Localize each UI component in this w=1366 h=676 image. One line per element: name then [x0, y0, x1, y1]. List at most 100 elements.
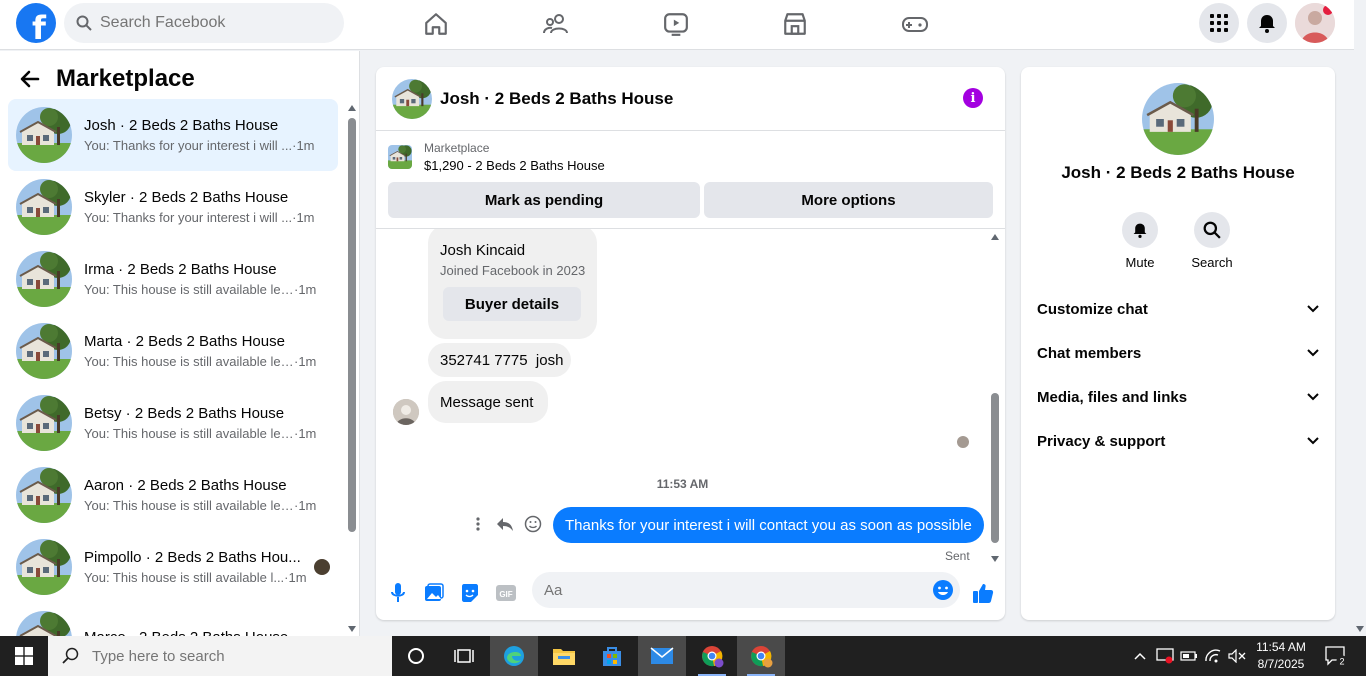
settings-section[interactable]: Media, files and links — [1037, 377, 1319, 417]
marketplace-header: Marketplace — [20, 65, 195, 93]
conversation-title: Aaron · 2 Beds 2 Baths House — [84, 477, 287, 494]
scroll-down-arrow-icon[interactable] — [991, 556, 999, 562]
scroll-thumb[interactable] — [991, 393, 999, 543]
more-options-button[interactable]: More options — [704, 182, 993, 218]
gaming-icon[interactable] — [899, 8, 931, 40]
marketplace-icon[interactable] — [779, 8, 811, 40]
message-input-box[interactable] — [532, 572, 960, 608]
conversation-time: ·1m — [294, 498, 317, 513]
taskbar-search[interactable] — [48, 636, 392, 676]
reply-icon[interactable] — [496, 516, 514, 532]
facebook-logo[interactable]: f — [16, 3, 56, 43]
store-icon[interactable] — [588, 636, 636, 676]
chat-window: Josh · 2 Beds 2 Baths House i Marketplac… — [376, 67, 1005, 620]
notifications-bell-icon[interactable] — [1247, 3, 1287, 43]
watch-icon[interactable] — [660, 8, 692, 40]
menu-grid-icon[interactable] — [1199, 3, 1239, 43]
conversation-scrollbar[interactable] — [346, 101, 358, 636]
conversation-time: ·1m — [294, 354, 317, 369]
microphone-icon[interactable] — [386, 581, 410, 605]
emoji-icon[interactable] — [932, 579, 954, 601]
conversation-title: Josh · 2 Beds 2 Baths House — [84, 117, 279, 134]
battery-icon[interactable] — [1178, 636, 1200, 676]
cortana-icon[interactable] — [392, 636, 440, 676]
thread-scrollbar[interactable] — [989, 231, 1001, 562]
photo-icon[interactable] — [422, 581, 446, 605]
conversation-item[interactable]: Skyler · 2 Beds 2 Baths House You: Thanks… — [8, 171, 338, 243]
react-emoji-icon[interactable] — [524, 515, 542, 533]
conversation-item[interactable]: Marta · 2 Beds 2 Baths House You: This ho… — [8, 315, 338, 387]
chrome-profile-active-icon[interactable] — [737, 636, 785, 676]
conversation-item[interactable]: Josh · 2 Beds 2 Baths House You: Thanks f… — [8, 99, 338, 171]
file-explorer-icon[interactable] — [540, 636, 588, 676]
conversation-snippet: You: This house is still available let .… — [84, 426, 294, 441]
conversation-item[interactable]: Marco · 2 Beds 2 Baths House — [8, 603, 338, 636]
search-icon[interactable] — [1194, 212, 1230, 248]
conversation-snippet: You: This house is still available let .… — [84, 498, 294, 513]
gif-label: GIF — [499, 590, 512, 599]
chevron-down-icon — [1307, 349, 1319, 357]
listing-photo[interactable] — [1142, 83, 1214, 155]
scroll-down-arrow-icon[interactable] — [348, 626, 356, 632]
chat-info-panel: Josh · 2 Beds 2 Baths House Mute Search … — [1021, 67, 1335, 620]
show-hidden-icons-chevron-icon[interactable] — [1130, 636, 1150, 676]
incoming-message[interactable]: Message sent — [428, 381, 548, 423]
listing-thumbnail[interactable] — [392, 78, 432, 119]
scroll-down-arrow-icon[interactable] — [1356, 626, 1364, 632]
search-action[interactable]: Search — [1187, 212, 1237, 270]
chat-header: Josh · 2 Beds 2 Baths House i — [376, 67, 1005, 131]
chat-title[interactable]: Josh · 2 Beds 2 Baths House — [440, 89, 673, 109]
conversation-item[interactable]: Pimpollo · 2 Beds 2 Baths Hou... You: Thi… — [8, 531, 338, 603]
incoming-message[interactable]: 352741 7775 josh — [428, 343, 571, 377]
settings-section[interactable]: Customize chat — [1037, 289, 1319, 329]
notification-center-icon[interactable]: 2 — [1318, 636, 1354, 676]
volume-muted-icon[interactable] — [1226, 636, 1248, 676]
conversation-title: Betsy · 2 Beds 2 Baths House — [84, 405, 285, 422]
edge-icon[interactable] — [490, 636, 538, 676]
message-input[interactable] — [544, 581, 924, 599]
buyer-joined: Joined Facebook in 2023 — [440, 263, 586, 278]
home-icon[interactable] — [420, 8, 452, 40]
gif-icon[interactable]: GIF — [494, 581, 518, 605]
chevron-down-icon — [1307, 437, 1319, 445]
mail-icon[interactable] — [638, 636, 686, 676]
settings-section[interactable]: Privacy & support — [1037, 421, 1319, 461]
scroll-up-arrow-icon[interactable] — [348, 105, 356, 111]
mute-bell-icon[interactable] — [1122, 212, 1158, 248]
account-avatar[interactable] — [1295, 3, 1335, 43]
chevron-down-icon — [1307, 305, 1319, 313]
settings-section[interactable]: Chat members — [1037, 333, 1319, 373]
taskbar-search-input[interactable] — [92, 647, 291, 665]
task-view-icon[interactable] — [440, 636, 488, 676]
listing-bar[interactable]: Marketplace $1,290 - 2 Beds 2 Baths Hous… — [388, 141, 605, 173]
wifi-icon[interactable] — [1202, 636, 1224, 676]
conversation-title: Irma · 2 Beds 2 Baths House — [84, 261, 277, 278]
conversation-item[interactable]: Aaron · 2 Beds 2 Baths House You: This ho… — [8, 459, 338, 531]
windows-taskbar: 11:54 AM 8/7/2025 2 — [0, 636, 1366, 676]
thumbs-up-icon[interactable] — [971, 581, 995, 605]
info-icon[interactable]: i — [963, 88, 983, 108]
more-vertical-icon[interactable] — [472, 516, 484, 532]
conversation-item[interactable]: Irma · 2 Beds 2 Baths House You: This hou… — [8, 243, 338, 315]
buyer-details-button[interactable]: Buyer details — [443, 287, 581, 321]
scroll-thumb[interactable] — [348, 118, 356, 532]
page-scrollbar[interactable] — [1354, 50, 1366, 636]
mute-action[interactable]: Mute — [1115, 212, 1165, 270]
facebook-search[interactable] — [64, 3, 344, 43]
scroll-up-arrow-icon[interactable] — [991, 234, 999, 240]
back-arrow-icon[interactable] — [20, 69, 40, 89]
facebook-search-input[interactable] — [100, 14, 320, 32]
outgoing-message[interactable]: Thanks for your interest i will contact … — [553, 507, 984, 543]
conversation-item[interactable]: Betsy · 2 Beds 2 Baths House You: This ho… — [8, 387, 338, 459]
sender-avatar[interactable] — [393, 399, 419, 425]
mark-as-pending-button[interactable]: Mark as pending — [388, 182, 700, 218]
windows-start-icon[interactable] — [0, 636, 48, 676]
chrome-profile-e-icon[interactable] — [688, 636, 736, 676]
read-receipt-avatar — [957, 436, 969, 448]
security-icon[interactable] — [1154, 636, 1176, 676]
friends-icon[interactable] — [540, 8, 572, 40]
section-label: Chat members — [1037, 344, 1142, 362]
system-clock[interactable]: 11:54 AM 8/7/2025 — [1248, 639, 1314, 673]
sticker-icon[interactable] — [458, 581, 482, 605]
listing-price-title: $1,290 - 2 Beds 2 Baths House — [424, 158, 605, 173]
